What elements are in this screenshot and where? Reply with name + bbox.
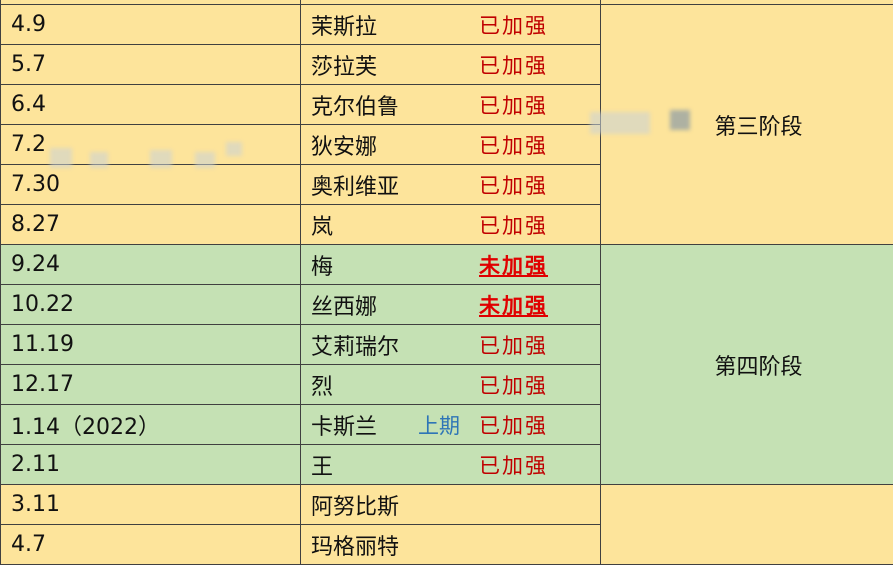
date-text: 7.2 bbox=[11, 132, 46, 157]
cell-name[interactable]: 克尔伯鲁 已加强 bbox=[300, 84, 601, 125]
cell-date[interactable]: 4.9 bbox=[0, 4, 301, 45]
name-text: 梅 bbox=[311, 254, 334, 280]
cell-date[interactable]: 4.7 bbox=[0, 524, 301, 565]
status-text: 已加强 bbox=[479, 13, 548, 38]
table-row: 3.11 阿努比斯 bbox=[0, 484, 893, 565]
cell-date[interactable]: 1.14（2022） bbox=[0, 404, 301, 445]
status-text: 已加强 bbox=[479, 373, 548, 398]
status-text: 已加强 bbox=[479, 453, 548, 478]
status-text: 已加强 bbox=[479, 133, 548, 158]
date-text: 4.9 bbox=[11, 12, 46, 37]
status-text: 已加强 bbox=[479, 53, 548, 78]
date-text: 3.11 bbox=[11, 492, 60, 517]
date-text: 4.7 bbox=[11, 532, 46, 557]
cell-date[interactable]: 2.11 bbox=[0, 444, 301, 485]
date-text: 9.24 bbox=[11, 252, 60, 277]
cell-name[interactable]: 梅 未加强 bbox=[300, 244, 601, 285]
cell-stage-next[interactable] bbox=[600, 484, 893, 565]
date-text: 2.11 bbox=[11, 452, 60, 477]
name-text: 狄安娜 bbox=[311, 134, 378, 160]
cell-date[interactable]: 9.24 bbox=[0, 244, 301, 285]
stage-label: 第三阶段 bbox=[714, 114, 803, 140]
name-text: 奥利维亚 bbox=[311, 174, 400, 200]
date-text: 11.19 bbox=[11, 332, 74, 357]
watermark-blur bbox=[670, 110, 690, 130]
status-text: 已加强 bbox=[479, 93, 548, 118]
watermark-blur bbox=[50, 148, 72, 168]
date-text: 10.22 bbox=[11, 292, 74, 317]
cell-name[interactable]: 卡斯兰 上期 已加强 bbox=[300, 404, 601, 445]
name-text: 烈 bbox=[311, 374, 334, 400]
watermark-blur bbox=[195, 152, 215, 168]
name-text: 卡斯兰 bbox=[311, 414, 378, 440]
cell-date[interactable]: 12.17 bbox=[0, 364, 301, 405]
cell-name[interactable]: 玛格丽特 bbox=[300, 524, 601, 565]
date-text: 7.30 bbox=[11, 172, 60, 197]
name-text: 克尔伯鲁 bbox=[311, 94, 400, 120]
status-text: 已加强 bbox=[479, 213, 548, 238]
period-tag: 上期 bbox=[418, 413, 460, 438]
status-text: 已加强 bbox=[479, 413, 548, 438]
cell-name[interactable]: 烈 已加强 bbox=[300, 364, 601, 405]
name-text: 岚 bbox=[311, 214, 334, 240]
cell-name[interactable]: 丝西娜 未加强 bbox=[300, 284, 601, 325]
stage-label: 第四阶段 bbox=[714, 354, 803, 380]
status-text: 已加强 bbox=[479, 173, 548, 198]
name-text: 艾莉瑞尔 bbox=[311, 334, 400, 360]
table-row: 9.24 梅 未加强 第四阶段 bbox=[0, 244, 893, 485]
cell-date[interactable]: 10.22 bbox=[0, 284, 301, 325]
cell-name[interactable]: 茉斯拉 已加强 bbox=[300, 4, 601, 45]
cell-name[interactable]: 狄安娜 已加强 bbox=[300, 124, 601, 165]
date-text: 12.17 bbox=[11, 372, 74, 397]
status-text: 已加强 bbox=[479, 333, 548, 358]
cell-date[interactable]: 7.30 bbox=[0, 164, 301, 205]
date-text: 1.14（2022） bbox=[11, 414, 160, 440]
cell-date[interactable]: 3.11 bbox=[0, 484, 301, 525]
name-text: 茉斯拉 bbox=[311, 14, 378, 40]
watermark-blur bbox=[150, 150, 172, 168]
schedule-table: 4.9 茉斯拉 已加强 第三阶段 5.7 莎拉芙 已加强 6.4 克尔伯鲁 已加… bbox=[0, 0, 893, 565]
date-text: 5.7 bbox=[11, 52, 46, 77]
cell-date[interactable]: 6.4 bbox=[0, 84, 301, 125]
cell-stage-fourth[interactable]: 第四阶段 bbox=[600, 244, 893, 485]
name-text: 阿努比斯 bbox=[311, 494, 400, 520]
cell-name[interactable]: 岚 已加强 bbox=[300, 204, 601, 245]
date-text: 6.4 bbox=[11, 92, 46, 117]
cell-name[interactable]: 艾莉瑞尔 已加强 bbox=[300, 324, 601, 365]
date-text: 8.27 bbox=[11, 212, 60, 237]
name-text: 玛格丽特 bbox=[311, 534, 400, 560]
cell-name[interactable]: 王 已加强 bbox=[300, 444, 601, 485]
cell-date[interactable]: 5.7 bbox=[0, 44, 301, 85]
watermark-blur bbox=[90, 152, 108, 168]
spreadsheet: 4.9 茉斯拉 已加强 第三阶段 5.7 莎拉芙 已加强 6.4 克尔伯鲁 已加… bbox=[0, 0, 893, 576]
cell-name[interactable]: 奥利维亚 已加强 bbox=[300, 164, 601, 205]
name-text: 莎拉芙 bbox=[311, 54, 378, 80]
cell-date[interactable]: 8.27 bbox=[0, 204, 301, 245]
watermark-blur bbox=[226, 142, 242, 156]
watermark-blur bbox=[590, 112, 650, 134]
cell-name[interactable]: 莎拉芙 已加强 bbox=[300, 44, 601, 85]
name-text: 王 bbox=[311, 454, 334, 480]
name-text: 丝西娜 bbox=[311, 294, 378, 320]
cell-date[interactable]: 11.19 bbox=[0, 324, 301, 365]
status-text: 未加强 bbox=[479, 292, 548, 318]
status-text: 未加强 bbox=[479, 252, 548, 278]
cell-name[interactable]: 阿努比斯 bbox=[300, 484, 601, 525]
table-row: 4.9 茉斯拉 已加强 第三阶段 bbox=[0, 4, 893, 245]
